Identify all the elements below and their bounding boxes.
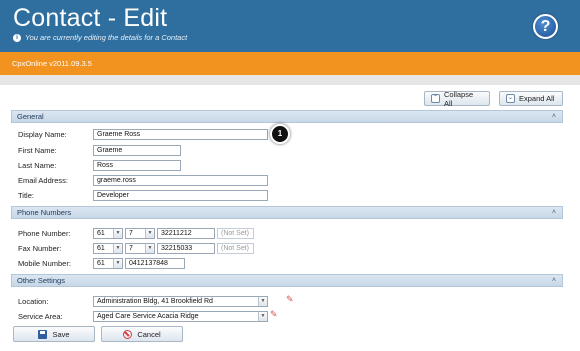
page-title: Contact - Edit <box>13 4 168 32</box>
collapse-all-label: Collapse All <box>443 89 474 108</box>
help-button[interactable]: ? <box>533 14 558 39</box>
fax-number-field[interactable]: 32215033 <box>157 243 215 254</box>
chevron-down-icon[interactable]: ▼ <box>113 244 122 253</box>
location-label: Location: <box>18 297 49 306</box>
service-area-label: Service Area: <box>18 312 63 321</box>
callout-badge: 1 <box>270 124 290 144</box>
phone-number-field[interactable]: 32211212 <box>157 228 215 239</box>
cancel-icon <box>123 329 133 339</box>
chevron-down-icon[interactable]: ▼ <box>258 312 267 321</box>
expand-icon: ⌄ <box>506 94 515 103</box>
cancel-button[interactable]: Cancel <box>101 326 183 342</box>
subtitle-text: You are currently editing the details fo… <box>25 33 188 42</box>
chevron-up-icon[interactable]: ˄ <box>552 207 556 218</box>
first-name-field[interactable]: Graeme <box>93 145 181 156</box>
chevron-up-icon[interactable]: ˄ <box>552 111 556 122</box>
expand-all-label: Expand All <box>519 94 555 103</box>
last-name-label: Last Name: <box>18 161 57 170</box>
location-select[interactable]: Administration Bldg, 41 Brookfield Rd ▼ <box>93 296 268 307</box>
help-icon: ? <box>540 18 551 35</box>
fax-country-value: 61 <box>97 245 105 252</box>
save-icon <box>38 329 48 339</box>
app-version: CpxOnline v2011.09.3.5 <box>12 59 92 68</box>
expand-all-button[interactable]: ⌄ Expand All <box>499 91 563 106</box>
fax-country-select[interactable]: 61 ▼ <box>93 243 123 254</box>
mobile-country-select[interactable]: 61 ▼ <box>93 258 123 269</box>
phone-label: Phone Number: <box>18 229 71 238</box>
clear-location-icon[interactable]: ✎ <box>286 294 294 305</box>
mobile-country-value: 61 <box>97 260 105 267</box>
page-subtitle: i You are currently editing the details … <box>13 33 187 42</box>
page-header: Contact - Edit i You are currently editi… <box>0 0 580 52</box>
chevron-up-icon[interactable]: ˄ <box>552 275 556 286</box>
email-label: Email Address: <box>18 176 69 185</box>
fax-area-select[interactable]: 7 ▼ <box>125 243 155 254</box>
display-name-label: Display Name: <box>18 130 67 139</box>
app-bar: CpxOnline v2011.09.3.5 <box>0 52 580 75</box>
collapse-icon: ⌃ <box>431 94 440 103</box>
mobile-number-field[interactable]: 0412137848 <box>125 258 185 269</box>
location-value: Administration Bldg, 41 Brookfield Rd <box>97 298 213 305</box>
section-other-title: Other Settings <box>17 276 65 285</box>
fax-ext-field[interactable]: (Not Set) <box>217 243 254 254</box>
title-field[interactable]: Developer <box>93 190 268 201</box>
chevron-down-icon[interactable]: ▼ <box>258 297 267 306</box>
chevron-down-icon[interactable]: ▼ <box>113 229 122 238</box>
title-label: Title: <box>18 191 34 200</box>
service-area-select[interactable]: Aged Care Service Acacia Ridge ▼ <box>93 311 268 322</box>
phone-ext-field[interactable]: (Not Set) <box>217 228 254 239</box>
section-phone-header[interactable]: Phone Numbers ˄ <box>11 206 563 219</box>
chevron-down-icon[interactable]: ▼ <box>113 259 122 268</box>
save-button[interactable]: Save <box>13 326 95 342</box>
phone-area-value: 7 <box>129 230 133 237</box>
service-area-value: Aged Care Service Acacia Ridge <box>97 313 199 320</box>
cancel-label: Cancel <box>137 329 161 339</box>
last-name-field[interactable]: Ross <box>93 160 181 171</box>
chevron-down-icon[interactable]: ▼ <box>145 244 154 253</box>
section-general-header[interactable]: General ˄ <box>11 110 563 123</box>
first-name-label: First Name: <box>18 146 57 155</box>
phone-country-select[interactable]: 61 ▼ <box>93 228 123 239</box>
phone-area-select[interactable]: 7 ▼ <box>125 228 155 239</box>
mobile-label: Mobile Number: <box>18 259 71 268</box>
fax-area-value: 7 <box>129 245 133 252</box>
collapse-all-button[interactable]: ⌃ Collapse All <box>424 89 490 108</box>
display-name-field[interactable]: Graeme Ross <box>93 129 268 140</box>
clear-service-area-icon[interactable]: ✎ <box>270 309 278 320</box>
divider-band <box>0 75 580 85</box>
save-label: Save <box>52 329 70 339</box>
phone-country-value: 61 <box>97 230 105 237</box>
fax-label: Fax Number: <box>18 244 62 253</box>
section-general-title: General <box>17 112 44 121</box>
section-phone-title: Phone Numbers <box>17 208 72 217</box>
chevron-down-icon[interactable]: ▼ <box>145 229 154 238</box>
section-other-header[interactable]: Other Settings ˄ <box>11 274 563 287</box>
info-icon: i <box>13 33 21 42</box>
email-field[interactable]: graeme.ross <box>93 175 268 186</box>
